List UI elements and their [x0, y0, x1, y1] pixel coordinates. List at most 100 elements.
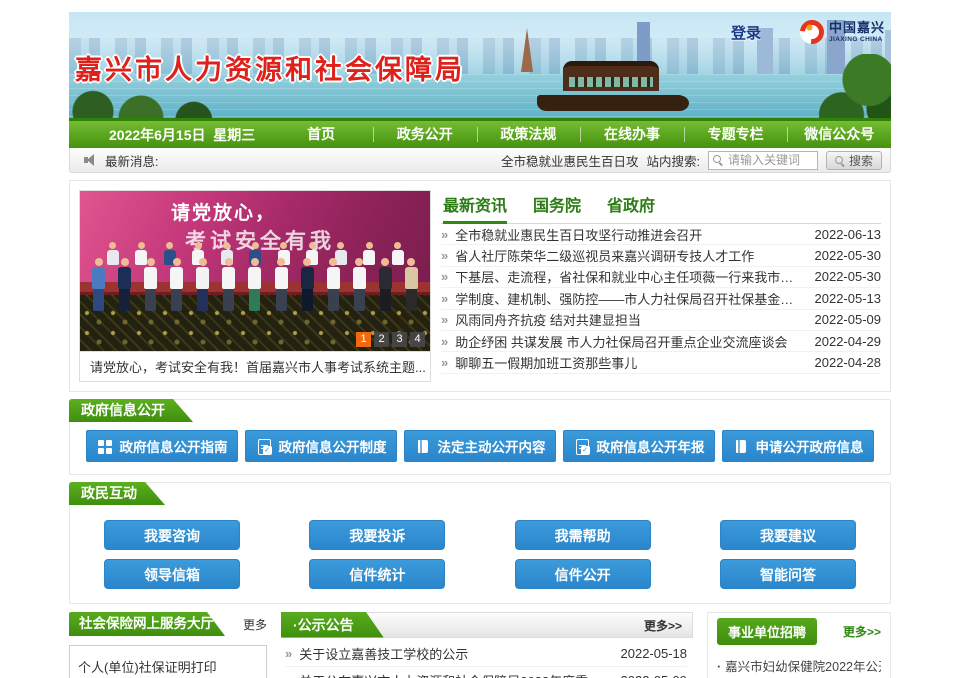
nav-menu-item[interactable]: 政务公开 [373, 121, 477, 148]
interaction-button[interactable]: 我要咨询 [104, 520, 240, 550]
news-title[interactable]: 省人社厅陈荣华二级巡视员来嘉兴调研专技人才工作 [455, 246, 804, 265]
social-insurance-panel: 社会保险网上服务大厅 更多 个人(单位)社保证明打印 办事指南 [69, 612, 267, 678]
info-button-icon [733, 439, 749, 454]
carousel-page-number[interactable]: 4 [410, 332, 425, 347]
carousel-page-number[interactable]: 1 [356, 332, 371, 347]
news-list-item[interactable]: 下基层、走流程，省社保和就业中心主任项薇一行来我市调研“国统”上线情况 2022… [441, 267, 881, 288]
nav-menu-item[interactable]: 微信公众号 [787, 121, 891, 148]
recruitment-item[interactable]: 嘉兴市妇幼保健院2022年公开... [717, 645, 881, 675]
announcements-more-link[interactable]: 更多>> [644, 617, 692, 634]
boat-cabin [563, 61, 659, 91]
interaction-button[interactable]: 我需帮助 [515, 520, 651, 550]
social-insurance-item[interactable]: 个人(单位)社保证明打印 [69, 645, 267, 678]
news-date: 2022-05-30 [815, 269, 882, 284]
magnifier-icon [713, 155, 724, 166]
info-disclosure-button[interactable]: 政府信息公开指南 [86, 430, 238, 462]
page-container: 嘉兴市人力资源和社会保障局 登录 中国嘉兴 JIAXING CHINA 2022… [69, 0, 891, 678]
tab-state-council[interactable]: 国务院 [533, 192, 581, 223]
interaction-button[interactable]: 信件统计 [309, 559, 445, 589]
announcement-title[interactable]: 关于公布嘉兴市人力资源和社会保障局2022年度重大行政决策事... [299, 671, 610, 678]
nav-date: 2022年6月15日 星期三 [69, 125, 269, 145]
news-date: 2022-05-30 [815, 248, 882, 263]
interaction-button[interactable]: 领导信箱 [104, 559, 240, 589]
carousel-pagination: 1 2 3 4 [356, 332, 425, 347]
info-disclosure-button[interactable]: 法定主动公开内容 [404, 430, 556, 462]
news-ticker-bar: 最新消息: 全市稳就业惠民生百日攻 站内搜索: 搜索 [69, 148, 891, 173]
news-list-item[interactable]: 省人社厅陈荣华二级巡视员来嘉兴调研专技人才工作 2022-05-30 [441, 245, 881, 266]
carousel-photo[interactable]: 请党放心， 考试安全有我 1 2 3 [79, 190, 431, 352]
info-disclosure-button[interactable]: 政府信息公开制度 [245, 430, 397, 462]
banner-boat-art [537, 61, 689, 111]
header-banner: 嘉兴市人力资源和社会保障局 登录 中国嘉兴 JIAXING CHINA [69, 12, 891, 118]
nav-menu-item[interactable]: 专题专栏 [684, 121, 788, 148]
news-list-item[interactable]: 学制度、建机制、强防控——市人力社保局召开社保基金要情专题学习会 2022-05… [441, 288, 881, 309]
magnifier-icon [835, 156, 846, 167]
interaction-button[interactable]: 我要投诉 [309, 520, 445, 550]
carousel-caption[interactable]: 请党放心，考试安全有我！首届嘉兴市人事考试系统主题... [79, 352, 431, 382]
bottom-row: 社会保险网上服务大厅 更多 个人(单位)社保证明打印 办事指南 ·公示公告 更多… [69, 612, 891, 678]
info-button-label: 申请公开政府信息 [756, 436, 864, 456]
search-button[interactable]: 搜索 [826, 151, 882, 170]
logo-text-cn: 中国嘉兴 [829, 21, 885, 36]
announcement-date: 2022-05-18 [621, 646, 688, 661]
info-button-label: 法定主动公开内容 [438, 436, 546, 456]
search-input[interactable] [708, 151, 818, 170]
news-panel: 最新资讯 国务院 省政府 全市稳就业惠民生百日攻坚行动推进会召开 2022-06… [441, 190, 881, 382]
boat-hull [537, 95, 689, 111]
news-title[interactable]: 学制度、建机制、强防控——市人力社保局召开社保基金要情专题学习会 [455, 289, 804, 308]
news-title[interactable]: 下基层、走流程，省社保和就业中心主任项薇一行来我市调研“国统”上线情况 [455, 267, 804, 286]
info-disclosure-button[interactable]: 政府信息公开年报 [563, 430, 715, 462]
announcement-item[interactable]: 关于设立嘉善技工学校的公示 2022-05-18 [285, 640, 687, 667]
nav-items: 首页 政务公开 政策法规 在线办事 专题专栏 微信公众号 [269, 121, 891, 148]
announcements-panel: ·公示公告 更多>> 关于设立嘉善技工学校的公示 2022-05-18 关于公布… [281, 612, 693, 678]
news-title[interactable]: 聊聊五一假期加班工资那些事儿 [455, 353, 804, 372]
nav-menu-item[interactable]: 首页 [269, 121, 373, 148]
jiaxing-swirl-icon [795, 15, 829, 49]
news-list-item[interactable]: 助企纾困 共谋发展 市人力社保局召开重点企业交流座谈会 2022-04-29 [441, 331, 881, 352]
news-date: 2022-04-28 [815, 355, 882, 370]
login-link[interactable]: 登录 [731, 22, 761, 43]
carousel-page-number[interactable]: 2 [374, 332, 389, 347]
nav-menu-item[interactable]: 在线办事 [580, 121, 684, 148]
nav-menu-item[interactable]: 政策法规 [477, 121, 581, 148]
news-list: 全市稳就业惠民生百日攻坚行动推进会召开 2022-06-13 省人社厅陈荣华二级… [441, 224, 881, 374]
news-date: 2022-04-29 [815, 334, 882, 349]
recruitment-more-link[interactable]: 更多>> [843, 623, 881, 640]
info-disclosure-buttons: 政府信息公开指南 政府信息公开制度 法定主动公开内容 政府信息公开年报 [70, 400, 890, 474]
info-button-icon [256, 439, 272, 454]
site-logo[interactable]: 中国嘉兴 JIAXING CHINA [800, 20, 885, 44]
info-button-icon [415, 439, 431, 454]
news-list-item[interactable]: 全市稳就业惠民生百日攻坚行动推进会召开 2022-06-13 [441, 224, 881, 245]
social-insurance-more-link[interactable]: 更多 [243, 616, 267, 633]
carousel-page-number[interactable]: 3 [392, 332, 407, 347]
info-disclosure-button[interactable]: 申请公开政府信息 [722, 430, 874, 462]
news-list-item[interactable]: 聊聊五一假期加班工资那些事儿 2022-04-28 [441, 352, 881, 373]
announcement-title[interactable]: 关于设立嘉善技工学校的公示 [299, 644, 610, 663]
interaction-button[interactable]: 我要建议 [720, 520, 856, 550]
speaker-icon [84, 154, 97, 166]
announcement-item[interactable]: 关于公布嘉兴市人力资源和社会保障局2022年度重大行政决策事... 2022-0… [285, 667, 687, 678]
main-content-box: 请党放心， 考试安全有我 1 2 3 [69, 180, 891, 392]
interaction-button[interactable]: 信件公开 [515, 559, 651, 589]
news-title[interactable]: 风雨同舟齐抗疫 结对共建显担当 [455, 310, 804, 329]
news-date: 2022-05-13 [815, 291, 882, 306]
news-list-item[interactable]: 风雨同舟齐抗疫 结对共建显担当 2022-05-09 [441, 310, 881, 331]
search-field-wrap [708, 151, 818, 170]
announcements-list: 关于设立嘉善技工学校的公示 2022-05-18 关于公布嘉兴市人力资源和社会保… [281, 638, 693, 678]
info-button-icon [574, 439, 590, 454]
tab-provincial-gov[interactable]: 省政府 [607, 192, 655, 223]
section-title-announcements: ·公示公告 [281, 612, 384, 638]
tab-latest-news[interactable]: 最新资讯 [443, 192, 507, 223]
logo-text-en: JIAXING CHINA [829, 36, 885, 43]
ticker-scrolling-text[interactable]: 全市稳就业惠民生百日攻 [501, 151, 639, 170]
interaction-button[interactable]: 智能问答 [720, 559, 856, 589]
interaction-buttons: 我要咨询 我要投诉 我需帮助 我要建议 领导信箱 信件统计 信件公开 智能问答 [70, 483, 890, 603]
section-title-social-insurance: 社会保险网上服务大厅 [69, 612, 225, 636]
photo-banner-line1: 请党放心， [171, 198, 276, 225]
news-title[interactable]: 全市稳就业惠民生百日攻坚行动推进会召开 [455, 225, 804, 244]
site-search-label: 站内搜索: [647, 151, 700, 170]
info-button-label: 政府信息公开年报 [597, 436, 705, 456]
news-date: 2022-05-09 [815, 312, 882, 327]
news-title[interactable]: 助企纾困 共谋发展 市人力社保局召开重点企业交流座谈会 [455, 332, 804, 351]
info-disclosure-section: 政府信息公开 政府信息公开指南 政府信息公开制度 法定主动公开内容 [69, 399, 891, 475]
